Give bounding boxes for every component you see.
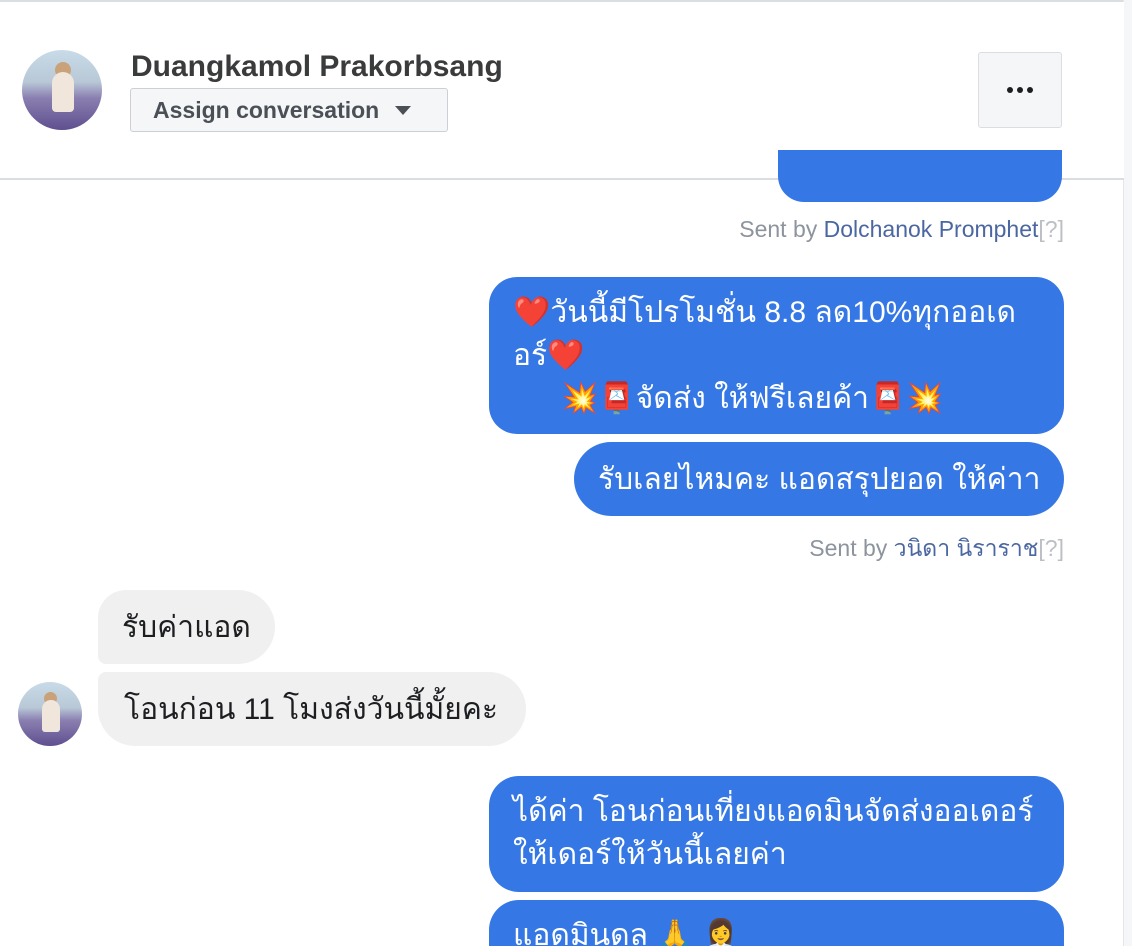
avatar-figure <box>42 700 60 732</box>
sent-by-label: Sent by Dolchanok Promphet[?] <box>739 216 1064 243</box>
promo-text-1: วันนี้มีโปรโมชั่น 8.8 ลด10%ทุกออเด <box>550 296 1017 329</box>
contact-avatar[interactable] <box>22 50 102 130</box>
reply-line-1: ได้ค่า โอนก่อนเที่ยงแอดมินจัดส่งออเดอร์ <box>513 795 1034 828</box>
message-bubble-last[interactable]: แอดมินดล 🙏 👩‍💼 <box>489 900 1064 946</box>
sender-link[interactable]: Dolchanok Promphet <box>824 216 1039 242</box>
sent-by-prefix: Sent by <box>809 535 894 561</box>
previous-message-bubble[interactable] <box>778 150 1062 202</box>
heart-emoji: ❤️ <box>513 295 551 330</box>
pray-emoji: 🙏 <box>656 918 694 946</box>
sent-by-label: Sent by วนิดา นิราราช[?] <box>809 531 1064 567</box>
avatar-figure <box>52 72 74 112</box>
message-bubble-accept[interactable]: รับเลยไหมคะ แอดสรุปยอด ให้ค่าา <box>574 442 1064 516</box>
heart-emoji: ❤️ <box>547 338 585 373</box>
reply-line-2: ให้เดอร์ให้วันนี้เลยค่า <box>513 838 787 871</box>
office-worker-emoji: 👩‍💼 <box>702 918 740 946</box>
sender-help[interactable]: [?] <box>1038 535 1064 561</box>
message-text: รับค่าแอด <box>122 610 251 644</box>
assign-conversation-label: Assign conversation <box>153 96 380 123</box>
incoming-message-bubble[interactable]: โอนก่อน 11 โมงส่งวันนี้มั้ยคะ <box>98 672 526 746</box>
promo-text-2: อร์ <box>513 339 548 372</box>
scrollbar-track[interactable] <box>1123 0 1132 946</box>
message-text: แอดมินดล <box>513 919 648 946</box>
explosion-emoji: 💥 <box>906 381 944 416</box>
contact-name[interactable]: Duangkamol Prakorbsang <box>131 50 503 84</box>
promo-line-3: 💥📮จัดส่ง ให้ฟรีเลยค้า📮💥 <box>513 377 1044 420</box>
promo-line-2: อร์❤️ <box>513 334 1044 377</box>
message-bubble-reply[interactable]: ได้ค่า โอนก่อนเที่ยงแอดมินจัดส่งออเดอร์ … <box>489 776 1064 892</box>
sent-by-prefix: Sent by <box>739 216 824 242</box>
more-options-button[interactable] <box>978 52 1062 128</box>
message-text: โอนก่อน 11 โมงส่งวันนี้มั้ยคะ <box>124 692 499 726</box>
promo-line-1: ❤️วันนี้มีโปรโมชั่น 8.8 ลด10%ทุกออเด <box>513 291 1044 334</box>
more-horizontal-icon <box>1007 87 1033 93</box>
sender-help[interactable]: [?] <box>1038 216 1064 242</box>
incoming-message-bubble[interactable]: รับค่าแอด <box>98 590 275 664</box>
explosion-emoji: 💥 <box>561 381 599 416</box>
caret-down-icon <box>395 105 412 115</box>
mailbox-emoji: 📮 <box>868 381 907 416</box>
message-text: รับเลยไหมคะ แอดสรุปยอด ให้ค่าา <box>598 462 1041 496</box>
contact-avatar-small[interactable] <box>18 682 82 746</box>
assign-conversation-button[interactable]: Assign conversation <box>130 88 448 132</box>
sender-link[interactable]: วนิดา นิราราช <box>894 535 1039 561</box>
mailbox-emoji: 📮 <box>598 381 636 416</box>
promo-text-3: จัดส่ง ให้ฟรีเลยค้า <box>635 382 869 415</box>
message-bubble-promo[interactable]: ❤️วันนี้มีโปรโมชั่น 8.8 ลด10%ทุกออเด อร์… <box>489 277 1064 434</box>
